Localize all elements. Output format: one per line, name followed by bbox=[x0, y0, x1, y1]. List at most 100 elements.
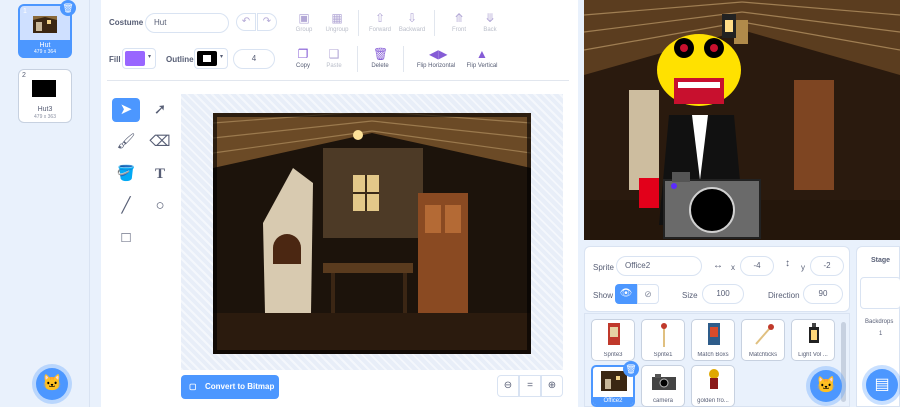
costume-size: 479 x 364 bbox=[20, 49, 70, 58]
zoom-reset-label: = bbox=[527, 380, 533, 391]
zoom-reset-button[interactable]: = bbox=[519, 375, 541, 397]
flip-horizontal-button[interactable]: ◀▶ Flip Horizontal bbox=[409, 47, 463, 69]
backward-button[interactable]: ⇩ Backward bbox=[394, 11, 430, 33]
outline-width-input[interactable]: 4 bbox=[233, 49, 275, 69]
text-tool[interactable]: T bbox=[146, 162, 174, 186]
backdrop-icon: ▤ bbox=[874, 376, 890, 393]
flip-vertical-label: Flip Vertical bbox=[466, 63, 498, 69]
ungroup-button[interactable]: ▦ Ungroup bbox=[319, 11, 355, 33]
sprite-name: Office2 bbox=[593, 397, 633, 405]
back-label: Back bbox=[483, 27, 497, 33]
sprite-tile[interactable]: Sprite3 bbox=[591, 319, 635, 361]
y-input[interactable]: -2 bbox=[810, 256, 844, 276]
toolbar-divider bbox=[403, 46, 404, 72]
eraser-icon: ⌫ bbox=[149, 133, 171, 150]
stage-canvas[interactable] bbox=[584, 0, 900, 240]
zoom-out-button[interactable]: ⊖ bbox=[497, 375, 519, 397]
fill-label: Fill bbox=[109, 55, 121, 64]
sprite-list: Sprite3 Sprite1 Match Boxs Matchticks Li… bbox=[584, 313, 850, 407]
costume-thumbnail bbox=[33, 16, 57, 33]
trash-icon[interactable]: 🗑 bbox=[60, 0, 76, 16]
stage-title: Stage bbox=[871, 257, 891, 264]
fill-tool[interactable]: 🪣 bbox=[112, 162, 140, 186]
zoom-in-icon: ⊕ bbox=[547, 380, 557, 391]
costume-thumbnail bbox=[32, 80, 56, 97]
costume-name: Hut3 bbox=[37, 106, 53, 113]
sprite-tile[interactable]: Sprite1 bbox=[641, 319, 685, 361]
toolbar-divider bbox=[107, 80, 569, 81]
undo-button[interactable]: ↶ bbox=[236, 13, 256, 31]
group-label: Group bbox=[295, 27, 313, 33]
cat-icon: 🐱 bbox=[42, 375, 62, 392]
x-input[interactable]: -4 bbox=[740, 256, 774, 276]
direction-input[interactable]: 90 bbox=[803, 284, 843, 304]
paint-canvas[interactable] bbox=[181, 94, 563, 370]
sprite-name: Sprite3 bbox=[603, 352, 623, 358]
sprite-tile[interactable]: Light Vol ... bbox=[791, 319, 835, 361]
sprite-info-panel: Sprite Office2 ↔ x -4 ↕ y -2 Show 👁 ⊘ Si… bbox=[584, 246, 850, 312]
brush-tool[interactable]: 🖌 bbox=[112, 130, 140, 154]
sprite-tile[interactable]: Matchticks bbox=[741, 319, 785, 361]
stage-panel[interactable]: Stage Backdrops 1 ▤ bbox=[856, 246, 900, 407]
stage-thumbnail[interactable] bbox=[860, 277, 900, 309]
select-tool[interactable]: ➤ bbox=[112, 98, 140, 122]
toolbar-divider bbox=[358, 10, 359, 36]
x-label: x bbox=[731, 263, 735, 272]
line-tool[interactable]: ╱ bbox=[112, 194, 140, 218]
sprite-tile[interactable]: camera bbox=[641, 365, 685, 407]
costume-image bbox=[213, 113, 531, 354]
rectangle-tool[interactable]: □ bbox=[112, 226, 140, 250]
choose-sprite-button[interactable]: 🐱 bbox=[810, 370, 842, 402]
fill-swatch bbox=[125, 51, 145, 66]
costume-name-input[interactable]: Hut bbox=[145, 13, 229, 33]
forward-button[interactable]: ⇧ Forward bbox=[362, 11, 398, 33]
back-button[interactable]: ⤋ Back bbox=[472, 11, 508, 33]
sprite-name: golden fro... bbox=[697, 398, 729, 404]
sprite-name-input[interactable]: Office2 bbox=[616, 256, 702, 276]
fill-color-picker[interactable]: ▾ bbox=[122, 48, 156, 69]
rectangle-icon: □ bbox=[121, 229, 131, 246]
delete-button[interactable]: 🗑 Delete bbox=[362, 47, 398, 69]
costume-tile-hut3[interactable]: 2 Hut3 479 x 363 bbox=[18, 69, 72, 123]
match-stick-icon bbox=[755, 324, 774, 345]
eraser-tool[interactable]: ⌫ bbox=[146, 130, 174, 154]
group-button[interactable]: ▣ Group bbox=[286, 11, 322, 33]
outline-color-picker[interactable]: ▾ bbox=[194, 48, 228, 69]
y-arrows-icon: ↕ bbox=[785, 258, 790, 269]
zoom-in-button[interactable]: ⊕ bbox=[541, 375, 563, 397]
zoom-out-icon: ⊖ bbox=[503, 380, 513, 391]
sprite-name: Matchticks bbox=[748, 352, 778, 358]
backdrops-count: 1 bbox=[879, 331, 883, 337]
choose-backdrop-button[interactable]: ▤ bbox=[866, 369, 898, 401]
paste-button[interactable]: ❑ Paste bbox=[316, 47, 352, 69]
costume-tile-hut[interactable]: 1 Hut 479 x 364 🗑 bbox=[18, 0, 76, 58]
sprite-list-scrollbar[interactable] bbox=[841, 322, 846, 402]
back-icon: ⤋ bbox=[484, 11, 496, 25]
convert-label: Convert to Bitmap bbox=[205, 382, 275, 391]
sprite-tile[interactable]: Office2 🗑 bbox=[591, 361, 639, 407]
convert-to-bitmap-button[interactable]: ▢ Convert to Bitmap bbox=[181, 375, 279, 399]
match-box-icon bbox=[708, 323, 720, 345]
line-icon: ╱ bbox=[121, 197, 131, 214]
flip-vertical-button[interactable]: ▲ Flip Vertical bbox=[461, 47, 503, 69]
show-sprite-button[interactable]: 👁 bbox=[615, 284, 637, 304]
reshape-tool[interactable]: ➚ bbox=[146, 98, 174, 122]
trash-icon: 🗑 bbox=[373, 47, 389, 61]
costume-name: Hut bbox=[20, 40, 70, 49]
hide-sprite-button[interactable]: ⊘ bbox=[637, 284, 659, 304]
size-label: Size bbox=[682, 291, 698, 300]
sprite-name: Match Boxs bbox=[697, 352, 729, 358]
redo-button[interactable]: ↷ bbox=[257, 13, 277, 31]
size-input[interactable]: 100 bbox=[702, 284, 744, 304]
redo-icon: ↷ bbox=[262, 16, 272, 27]
sprite-name: Light Vol ... bbox=[798, 352, 828, 358]
choose-costume-button[interactable]: 🐱 bbox=[36, 368, 68, 400]
sprite-tile[interactable]: golden fro... bbox=[691, 365, 735, 407]
reshape-icon: ➚ bbox=[153, 101, 167, 118]
text-icon: T bbox=[154, 166, 165, 182]
sprite-tile[interactable]: Match Boxs bbox=[691, 319, 735, 361]
circle-tool[interactable]: ○ bbox=[146, 194, 174, 218]
backward-label: Backward bbox=[398, 27, 426, 33]
trash-icon[interactable]: 🗑 bbox=[623, 361, 639, 377]
copy-icon: ❐ bbox=[297, 47, 309, 61]
